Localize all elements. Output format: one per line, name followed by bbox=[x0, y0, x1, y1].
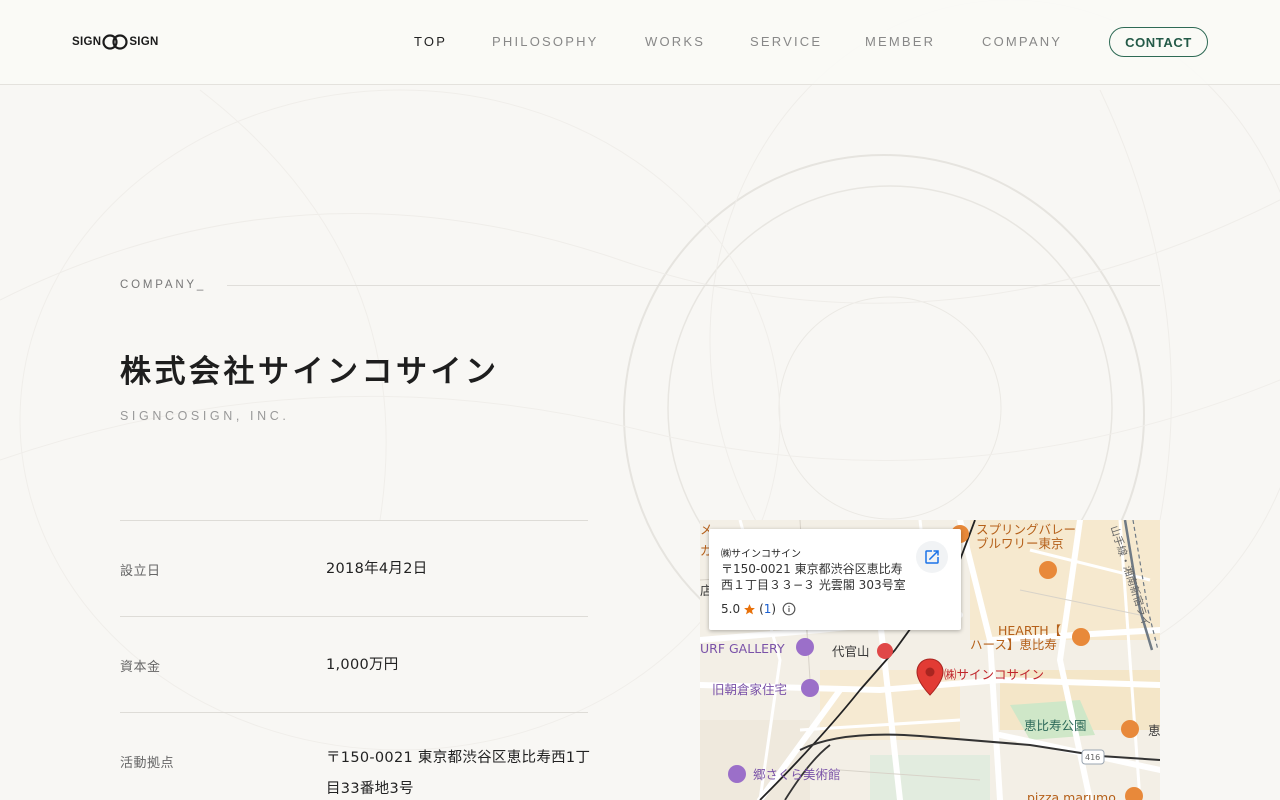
nav-member[interactable]: MEMBER bbox=[865, 34, 935, 50]
info-key: 活動拠点 bbox=[120, 756, 175, 771]
map-label: 郷さくら美術館 bbox=[753, 767, 841, 782]
info-key: 資本金 bbox=[120, 660, 161, 675]
info-icon[interactable] bbox=[782, 602, 796, 616]
map-label: ハース】恵比寿 bbox=[970, 637, 1057, 652]
nav-works[interactable]: WORKS bbox=[645, 34, 705, 50]
place-rating: 5.0 (1) bbox=[721, 602, 796, 616]
map-label: pizza marumo bbox=[1027, 790, 1116, 800]
map-label: 代官山 bbox=[832, 644, 870, 659]
map-label: 恵比寿公園 bbox=[1024, 718, 1087, 733]
info-key: 設立日 bbox=[120, 564, 161, 579]
external-link-icon bbox=[925, 550, 939, 564]
map-pin-icon[interactable] bbox=[916, 658, 944, 696]
star-icon bbox=[744, 603, 756, 614]
place-name: ㈱サインコサイン bbox=[721, 549, 801, 560]
info-row-location: 活動拠点 〒150-0021 東京都渋谷区恵比寿西1丁目33番地3号 bbox=[120, 712, 591, 800]
section-label: COMPANY_ bbox=[120, 279, 207, 291]
open-in-maps-button[interactable] bbox=[916, 541, 948, 573]
info-row-capital: 資本金 1,000万円 bbox=[120, 616, 588, 712]
info-value: 〒150-0021 東京都渋谷区恵比寿西1丁目33番地3号 bbox=[326, 750, 591, 797]
company-name-en: SIGNCOSIGN, INC. bbox=[120, 409, 290, 423]
company-name: 株式会社サインコサイン bbox=[120, 354, 500, 390]
site-header: SIGN SIGN TOP PHILOSOPHY WORKS SERVICE M… bbox=[0, 0, 1280, 85]
nav-service[interactable]: SERVICE bbox=[750, 34, 822, 50]
map-label: URF GALLERY bbox=[700, 641, 785, 656]
place-address: 〒150-0021 東京都渋谷区恵比寿西１丁目３３−３ 光雲閣 303号室 bbox=[721, 562, 906, 592]
contact-button[interactable]: CONTACT bbox=[1109, 27, 1208, 57]
review-count-link[interactable]: (1) bbox=[759, 602, 776, 616]
place-info-card: ㈱サインコサイン 〒150-0021 東京都渋谷区恵比寿西１丁目３３−３ 光雲閣… bbox=[709, 529, 961, 630]
embedded-map[interactable]: スプリングバレー ブルワリー東京 HEARTH【 ハース】恵比寿 代官山 URF… bbox=[700, 520, 1160, 800]
map-label: ブルワリー東京 bbox=[976, 536, 1064, 551]
marker-label[interactable]: ㈱サインコサイン bbox=[944, 668, 1044, 682]
rating-value: 5.0 bbox=[721, 602, 741, 616]
info-row-founded: 設立日 2018年4月2日 bbox=[120, 520, 588, 616]
map-label: スプリングバレー bbox=[976, 522, 1077, 537]
main-nav: TOP PHILOSOPHY WORKS SERVICE MEMBER COMP… bbox=[0, 34, 1280, 50]
company-info-table: 設立日 2018年4月2日 資本金 1,000万円 活動拠点 〒150-0021… bbox=[120, 520, 591, 800]
nav-company[interactable]: COMPANY bbox=[982, 34, 1062, 50]
map-label: HEARTH【 bbox=[998, 623, 1062, 638]
nav-top[interactable]: TOP bbox=[414, 34, 447, 50]
nav-philosophy[interactable]: PHILOSOPHY bbox=[492, 34, 599, 50]
road-number: 416 bbox=[1085, 753, 1101, 762]
map-label: 旧朝倉家住宅 bbox=[712, 682, 788, 697]
map-label: 恵 bbox=[1148, 723, 1160, 738]
info-value: 1,000万円 bbox=[326, 657, 399, 673]
section-divider bbox=[227, 285, 1160, 286]
info-value: 2018年4月2日 bbox=[326, 561, 428, 577]
